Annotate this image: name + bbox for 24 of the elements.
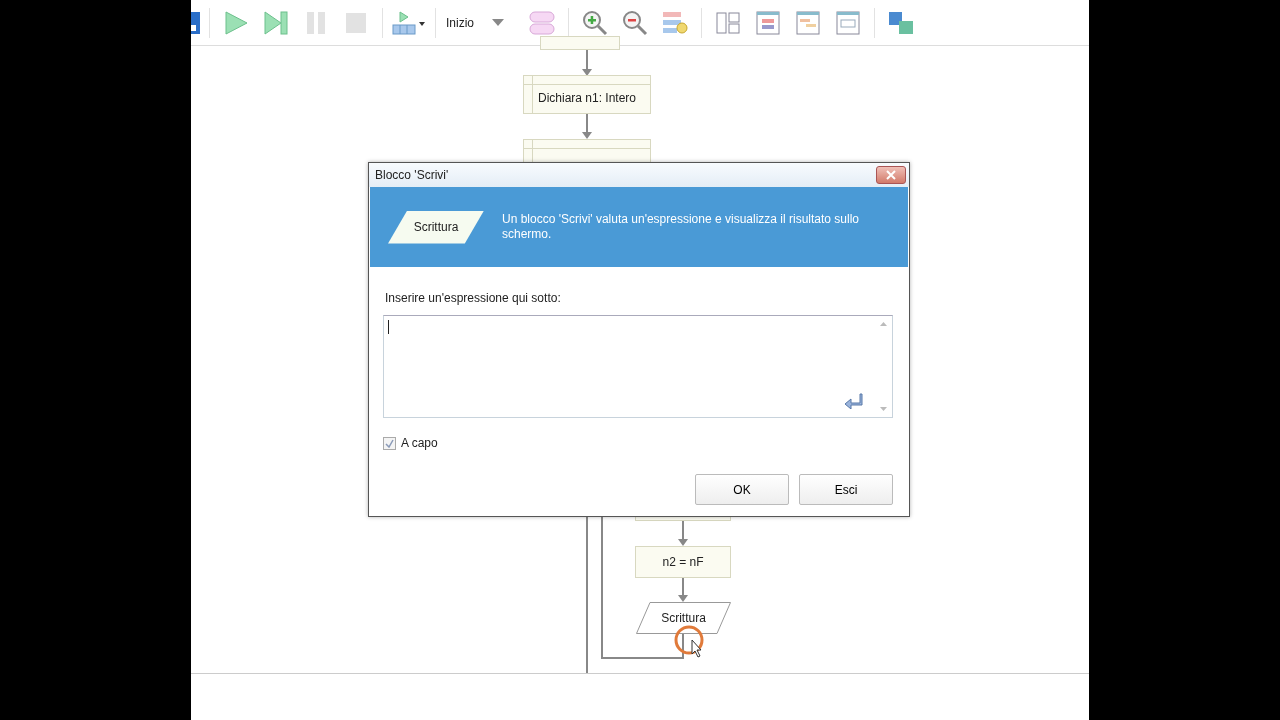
close-icon [886, 170, 896, 180]
checkbox[interactable] [383, 436, 396, 450]
declare-block[interactable] [523, 139, 651, 163]
dialog-title: Blocco 'Scrivi' [375, 167, 449, 184]
start-selector[interactable]: Inizio [442, 7, 522, 38]
process-block[interactable]: n2 = nF [635, 546, 731, 578]
arrow-connector [582, 114, 592, 139]
description-text: Un blocco 'Scrivi' valuta un'espressione e visualizza il risultato sullo schermo. [502, 212, 861, 242]
close-button[interactable] [876, 166, 906, 184]
declare-block[interactable]: Dichiara n1: Intero [523, 75, 651, 114]
scroll-down-icon[interactable] [880, 407, 887, 411]
arrow-connector [582, 50, 592, 76]
caret-icon [492, 18, 504, 27]
prompt-label: Inserire un'espressione qui sotto: [385, 290, 562, 307]
output-shape: Scrittura [388, 210, 484, 244]
output-block[interactable]: Scrittura [636, 602, 731, 634]
scroll-up-icon[interactable] [880, 322, 887, 326]
arrow-connector [678, 521, 688, 546]
checkbox-label: A capo [401, 435, 438, 452]
return-icon[interactable] [844, 393, 864, 409]
expression-field[interactable] [383, 315, 893, 418]
ok-button[interactable]: OK [695, 474, 789, 505]
exit-button[interactable]: Esci [799, 474, 893, 505]
arrow-connector [678, 578, 688, 602]
